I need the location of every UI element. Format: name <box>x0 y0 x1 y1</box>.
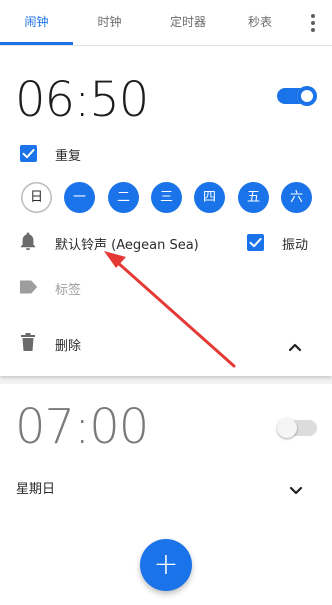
repeat-days-summary: 星期日 <box>16 482 56 497</box>
vibrate-label: 振动 <box>282 238 309 253</box>
tab-timer[interactable]: 定时器 <box>146 0 230 45</box>
add-alarm-button[interactable]: + <box>140 539 192 591</box>
label-tag-icon <box>19 279 38 298</box>
collapse-chevron-icon[interactable] <box>288 337 302 356</box>
toggle-knob <box>277 418 297 438</box>
day-thursday[interactable]: 四 <box>194 182 225 213</box>
toggle-knob <box>297 86 317 106</box>
day-sunday[interactable]: 日 <box>21 182 52 213</box>
day-friday[interactable]: 五 <box>238 182 269 213</box>
day-tuesday[interactable]: 二 <box>108 182 139 213</box>
checkmark-icon <box>249 238 262 248</box>
tab-stopwatch[interactable]: 秒表 <box>230 0 290 45</box>
vibrate-checkbox[interactable] <box>247 234 264 251</box>
active-tab-indicator <box>0 42 73 45</box>
delete-button[interactable]: 删除 <box>55 335 81 354</box>
day-monday[interactable]: 一 <box>64 182 95 213</box>
day-saturday[interactable]: 六 <box>281 182 312 213</box>
alarm-toggle[interactable] <box>277 418 317 438</box>
trash-icon[interactable] <box>21 333 35 355</box>
label-field[interactable]: 标签 <box>55 279 81 298</box>
tab-alarm[interactable]: 闹钟 <box>0 0 73 45</box>
alarm-time[interactable]: 06:50 <box>15 72 149 128</box>
tab-clock[interactable]: 时钟 <box>73 0 146 45</box>
bell-icon <box>19 231 37 255</box>
tab-bar: 闹钟 时钟 定时器 秒表 <box>0 0 332 46</box>
checkmark-icon <box>22 149 35 159</box>
more-options-icon[interactable] <box>306 13 320 33</box>
alarm-card-expanded: 06:50 重复 日 一 二 三 四 五 六 默认铃声 (Aegean Sea)… <box>0 46 332 376</box>
alarm-toggle[interactable] <box>277 86 317 106</box>
expand-chevron-icon[interactable] <box>289 481 303 500</box>
alarm-time[interactable]: 07:00 <box>15 399 149 455</box>
repeat-label: 重复 <box>55 149 82 164</box>
repeat-checkbox[interactable] <box>20 145 37 162</box>
ringtone-selector[interactable]: 默认铃声 (Aegean Sea) <box>55 234 199 253</box>
day-wednesday[interactable]: 三 <box>151 182 182 213</box>
